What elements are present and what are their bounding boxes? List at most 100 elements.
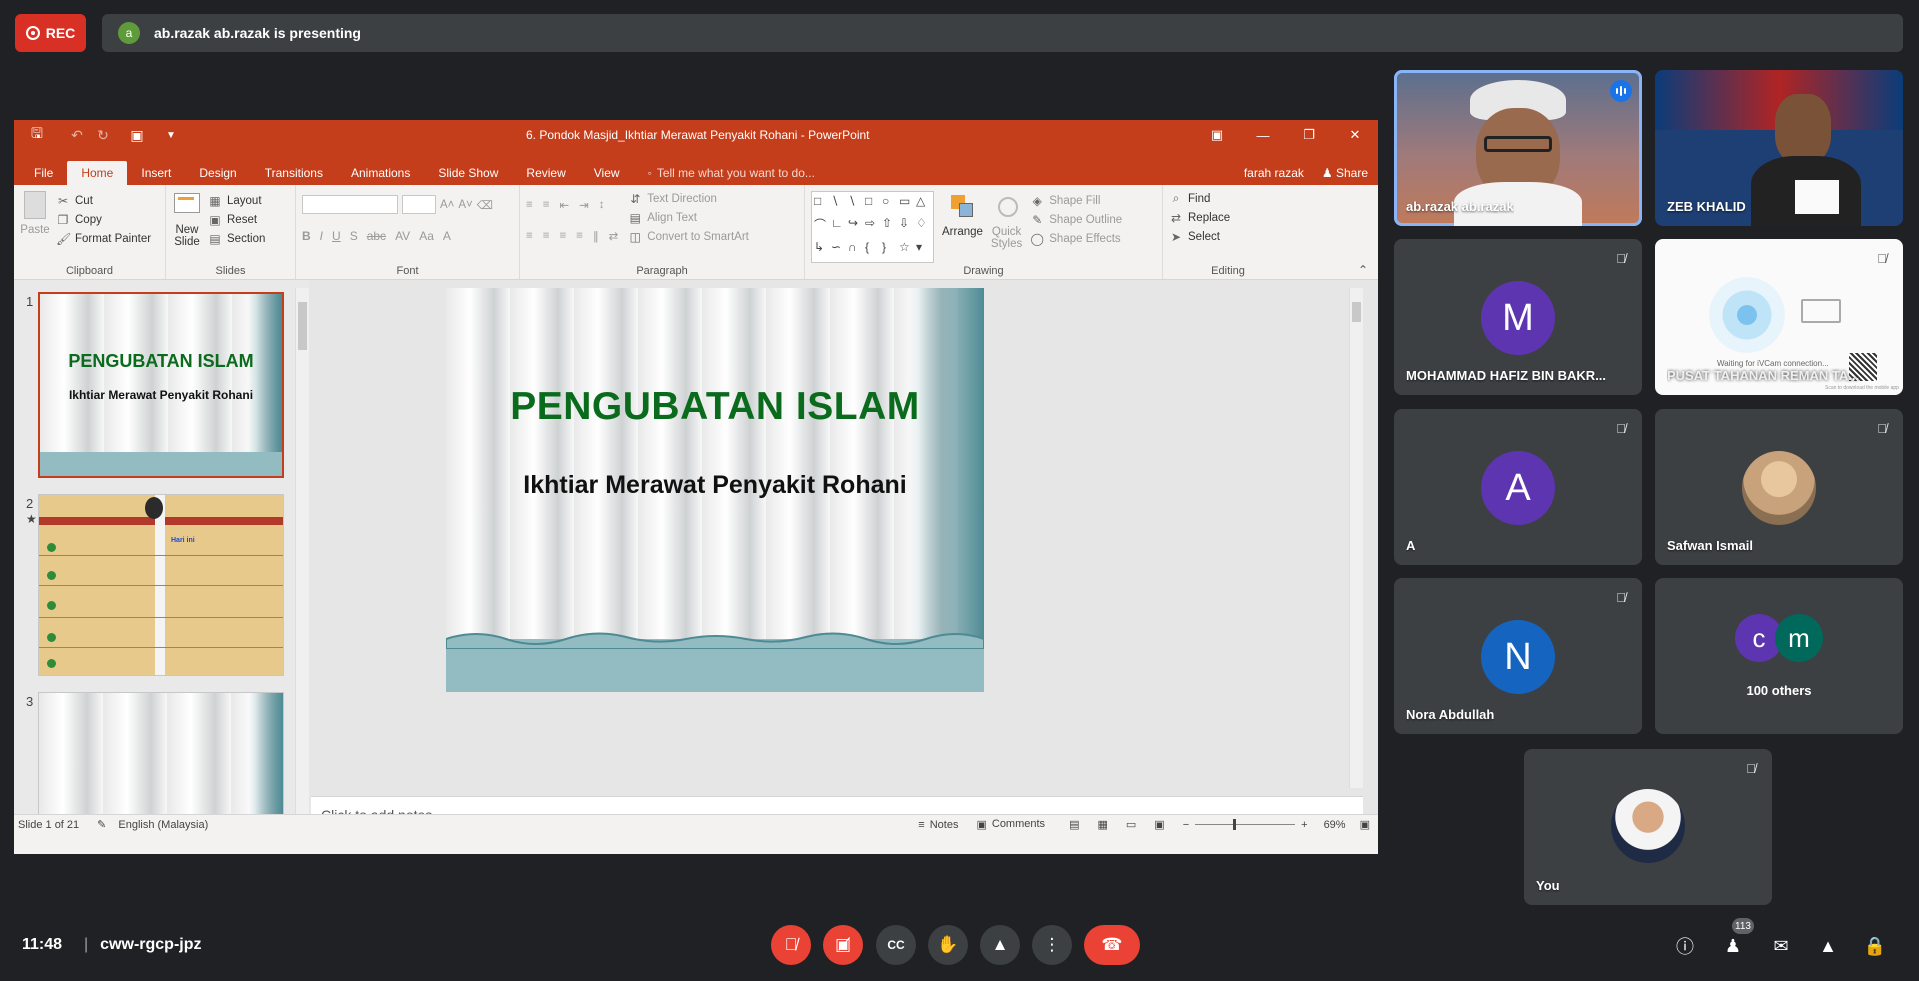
tell-me-search[interactable]: ◦ Tell me what you want to do... xyxy=(648,161,815,185)
redo-icon[interactable]: ↻ xyxy=(90,127,116,144)
bold-icon[interactable]: B xyxy=(302,229,311,243)
zoom-slider-handle[interactable] xyxy=(1233,819,1237,830)
participant-tile-safwan-ismail[interactable]: 🎙̸ Safwan Ismail xyxy=(1655,409,1903,565)
current-slide[interactable]: PENGUBATAN ISLAM Ikhtiar Merawat Penyaki… xyxy=(446,288,984,692)
clear-format-icon[interactable]: ⌫ xyxy=(477,195,493,214)
reading-view-icon[interactable]: ▭ xyxy=(1126,818,1136,831)
tab-design[interactable]: Design xyxy=(185,161,250,185)
layout-button[interactable]: ▦ Layout xyxy=(208,191,265,210)
font-color-icon[interactable]: A xyxy=(443,229,451,243)
tab-review[interactable]: Review xyxy=(512,161,579,185)
scrollbar-thumb[interactable] xyxy=(298,302,307,350)
customize-toolbar-icon[interactable]: ▼ xyxy=(158,130,184,141)
host-controls-button[interactable]: 🔒 xyxy=(1862,933,1888,959)
char-spacing-icon[interactable]: AV xyxy=(395,229,410,243)
slide-thumbnail-3[interactable] xyxy=(38,692,284,834)
participant-tile-presenter[interactable]: ab.razak ab.razak xyxy=(1394,70,1642,226)
shape-effects-button[interactable]: ◯ Shape Effects xyxy=(1030,229,1122,248)
zoom-level[interactable]: 69% xyxy=(1324,819,1346,831)
recording-button[interactable]: REC xyxy=(15,14,86,52)
italic-icon[interactable]: I xyxy=(320,229,323,243)
chat-button[interactable]: ✉ xyxy=(1768,933,1794,959)
align-center-icon[interactable]: ≡ xyxy=(543,230,550,242)
copy-button[interactable]: ❐ Copy xyxy=(56,210,151,229)
camera-toggle-button[interactable]: ▣̸ xyxy=(823,925,863,965)
paste-button[interactable]: Paste xyxy=(20,189,50,263)
leave-call-button[interactable]: ☎ xyxy=(1084,925,1140,965)
font-size-input[interactable] xyxy=(402,195,436,214)
find-button[interactable]: ⌕ Find xyxy=(1169,189,1287,208)
shape-fill-button[interactable]: ◈ Shape Fill xyxy=(1030,191,1122,210)
rtl-icon[interactable]: ⇄ xyxy=(609,229,619,243)
arrange-button[interactable]: Arrange xyxy=(942,191,983,263)
font-name-input[interactable] xyxy=(302,195,398,214)
activities-button[interactable]: ▲ xyxy=(1815,933,1841,959)
notes-toggle[interactable]: ≡ Notes xyxy=(918,819,958,831)
participant-tile-others[interactable]: c m 100 others xyxy=(1655,578,1903,734)
slide-scrollbar[interactable] xyxy=(1349,288,1363,788)
grow-font-icon[interactable]: A˄ xyxy=(440,195,454,214)
maximize-icon[interactable]: ❐ xyxy=(1286,120,1332,150)
meeting-info-button[interactable]: ⓘ xyxy=(1672,933,1698,959)
tab-file[interactable]: File xyxy=(20,161,67,185)
spellcheck-icon[interactable]: ✎ xyxy=(97,818,106,831)
account-name[interactable]: farah razak xyxy=(1244,166,1304,180)
numbering-icon[interactable]: ≡ xyxy=(543,199,550,211)
reset-button[interactable]: ▣ Reset xyxy=(208,210,265,229)
change-case-icon[interactable]: Aa xyxy=(419,229,434,243)
share-button[interactable]: ♟ Share xyxy=(1322,166,1368,180)
comments-toggle[interactable]: ▣ Comments xyxy=(976,818,1045,831)
tab-transitions[interactable]: Transitions xyxy=(251,161,337,185)
fit-slide-icon[interactable]: ▣ xyxy=(1360,818,1370,831)
undo-icon[interactable]: ↶ xyxy=(64,127,90,144)
slide-thumbnail-2[interactable]: Hari ini xyxy=(38,494,284,676)
participant-tile-zeb-khalid[interactable]: ZEB KHALID xyxy=(1655,70,1903,226)
captions-button[interactable]: CC xyxy=(876,925,916,965)
justify-icon[interactable]: ≡ xyxy=(576,230,583,242)
tab-home[interactable]: Home xyxy=(67,161,128,185)
slide-sorter-icon[interactable]: ▦ xyxy=(1097,818,1107,831)
tab-insert[interactable]: Insert xyxy=(127,161,185,185)
slideshow-view-icon[interactable]: ▣ xyxy=(1154,818,1164,831)
line-spacing-icon[interactable]: ↕ xyxy=(599,199,605,211)
scrollbar-thumb[interactable] xyxy=(1352,302,1361,322)
language-indicator[interactable]: English (Malaysia) xyxy=(118,819,208,831)
select-button[interactable]: ➤ Select xyxy=(1169,227,1287,246)
present-screen-button[interactable]: ▲ xyxy=(980,925,1020,965)
participant-tile-pusat-tahanan[interactable]: Waiting for iVCam connection... Scan to … xyxy=(1655,239,1903,395)
convert-smartart-button[interactable]: ◫ Convert to SmartArt xyxy=(628,227,749,246)
mic-toggle-button[interactable]: 🎙̸ xyxy=(771,925,811,965)
decrease-indent-icon[interactable]: ⇤ xyxy=(559,198,569,212)
save-icon[interactable]: 🖫 xyxy=(24,123,50,147)
collapse-ribbon-icon[interactable]: ⌃ xyxy=(1358,263,1368,277)
participant-tile-a[interactable]: A 🎙̸ A xyxy=(1394,409,1642,565)
replace-button[interactable]: ⇄ Replace xyxy=(1169,208,1287,227)
columns-icon[interactable]: ∥ xyxy=(593,229,599,243)
underline-icon[interactable]: U xyxy=(332,229,341,243)
tab-slide-show[interactable]: Slide Show xyxy=(424,161,512,185)
zoom-out-icon[interactable]: − xyxy=(1183,819,1189,831)
more-options-button[interactable]: ⋮ xyxy=(1032,925,1072,965)
thumbnail-scrollbar[interactable] xyxy=(295,288,309,834)
slide-thumbnail-1[interactable]: PENGUBATAN ISLAM Ikhtiar Merawat Penyaki… xyxy=(38,292,284,478)
raise-hand-button[interactable]: ✋ xyxy=(928,925,968,965)
section-button[interactable]: ▤ Section xyxy=(208,229,265,248)
slide-subtitle[interactable]: Ikhtiar Merawat Penyakit Rohani xyxy=(446,471,984,500)
tab-view[interactable]: View xyxy=(580,161,634,185)
shape-outline-button[interactable]: ✎ Shape Outline xyxy=(1030,210,1122,229)
text-direction-button[interactable]: ⇵ Text Direction xyxy=(628,189,749,208)
tab-animations[interactable]: Animations xyxy=(337,161,424,185)
shrink-font-icon[interactable]: A˅ xyxy=(458,195,472,214)
zoom-slider[interactable] xyxy=(1195,819,1296,830)
people-button[interactable]: ♟ xyxy=(1720,933,1746,959)
slide-title[interactable]: PENGUBATAN ISLAM xyxy=(446,385,984,429)
align-left-icon[interactable]: ≡ xyxy=(526,230,533,242)
close-icon[interactable]: ✕ xyxy=(1332,120,1378,150)
new-slide-button[interactable]: New Slide xyxy=(172,189,202,263)
minimize-icon[interactable]: — xyxy=(1240,120,1286,150)
align-right-icon[interactable]: ≡ xyxy=(559,230,566,242)
shadow-icon[interactable]: S xyxy=(350,229,358,243)
cut-button[interactable]: ✂ Cut xyxy=(56,191,151,210)
align-text-button[interactable]: ▤ Align Text xyxy=(628,208,749,227)
increase-indent-icon[interactable]: ⇥ xyxy=(579,198,589,212)
